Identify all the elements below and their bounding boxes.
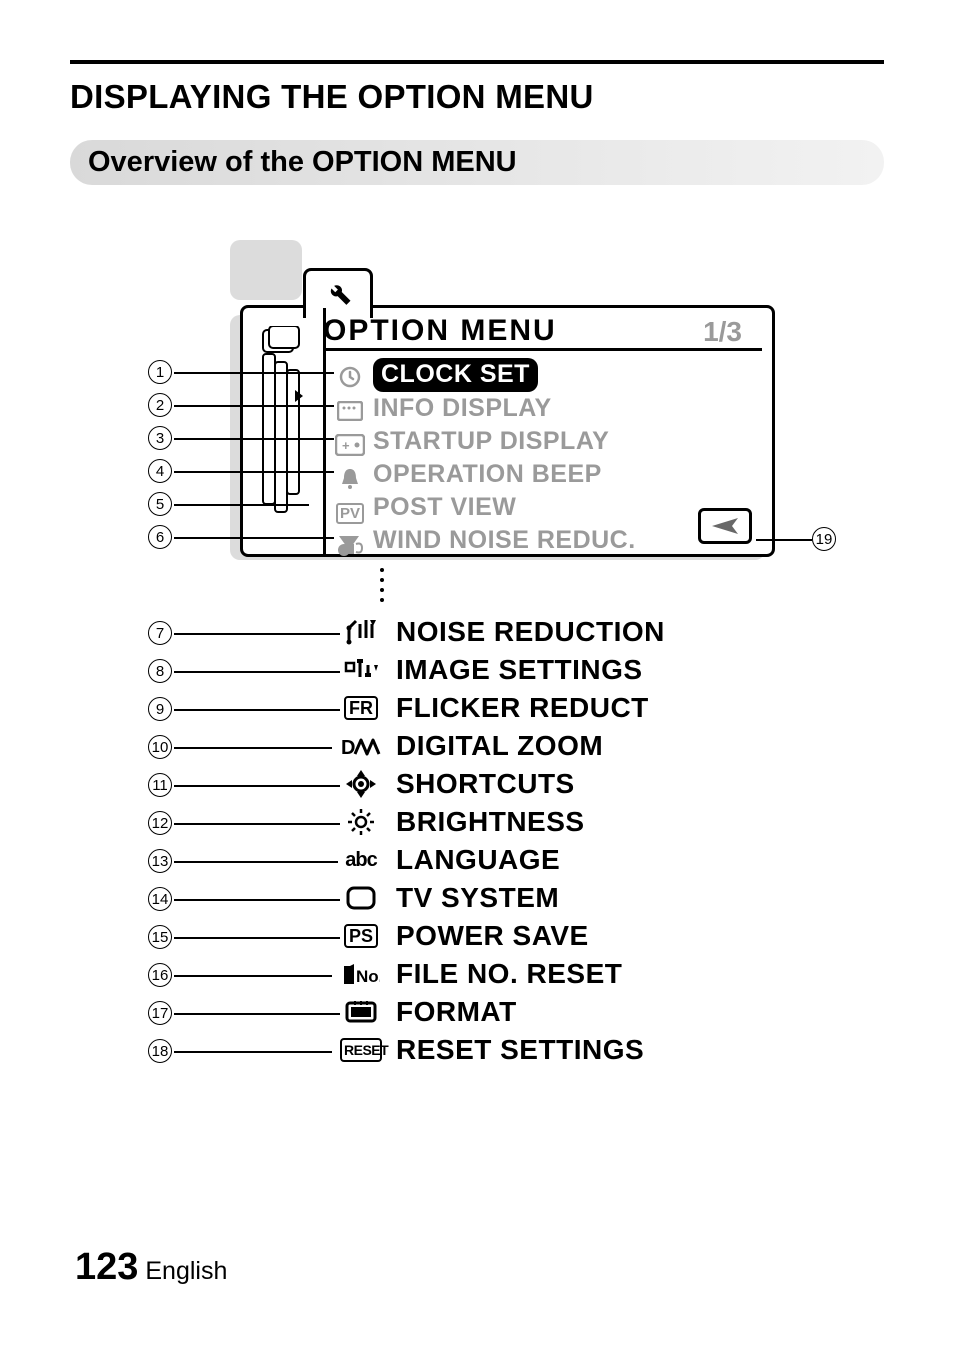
section-subhead-bar: Overview of the OPTION MENU [70,140,884,185]
file-no-reset-icon: No. [340,959,382,989]
brightness-icon [340,807,382,837]
callout-13: 13 [148,849,172,873]
opt-brightness: BRIGHTNESS [396,806,585,838]
opt-power-save: POWER SAVE [396,920,589,952]
page-indicator: 1/3 [703,316,742,348]
enter-button[interactable] [698,508,752,544]
section-subhead: Overview of the OPTION MENU [88,146,866,179]
callout-14: 14 [148,887,172,911]
opt-image-settings: IMAGE SETTINGS [396,654,643,686]
title-underline [323,348,762,351]
startup-display-icon: + [333,428,367,462]
opt-file-no-reset: FILE NO. RESET [396,958,622,990]
opt-tv-system: TV SYSTEM [396,882,559,914]
enter-icon [710,516,740,536]
callout-6: 6 [148,525,172,549]
operation-beep-icon [333,462,367,496]
settings-tab [303,268,373,318]
menu-item-operation-beep[interactable]: OPERATION BEEP [373,458,636,491]
top-rule [70,60,884,64]
page-language: English [145,1257,227,1285]
shortcuts-icon [340,769,382,799]
menu-items: CLOCK SET INFO DISPLAY STARTUP DISPLAY O… [373,358,636,557]
wrench-icon [323,277,353,312]
screen-divider [323,308,326,554]
menu-title: OPTION MENU [323,314,557,347]
callout-5: 5 [148,492,172,516]
callout-2: 2 [148,393,172,417]
svg-text:D: D [341,737,355,758]
callout-16: 16 [148,963,172,987]
opt-noise-reduction: NOISE REDUCTION [396,616,665,648]
opt-flicker-reduct: FLICKER REDUCT [396,692,649,724]
menu-item-wind-noise[interactable]: WIND NOISE REDUC. [373,524,636,557]
callout-19: 19 [812,527,836,551]
callout-3: 3 [148,426,172,450]
tab-shadow [230,240,302,300]
callout-17: 17 [148,1001,172,1025]
svg-text:+: + [342,438,350,453]
digital-zoom-icon: D [340,731,382,761]
image-settings-icon [340,655,382,685]
extended-menu-list: NOISE REDUCTION IMAGE SETTINGS FR FLICKE… [340,613,665,1069]
callout-1: 1 [148,360,172,384]
ps-icon: PS [340,921,382,951]
opt-format: FORMAT [396,996,517,1028]
menu-item-info-display[interactable]: INFO DISPLAY [373,392,636,425]
callout-4: 4 [148,459,172,483]
opt-shortcuts: SHORTCUTS [396,768,575,800]
callout-18: 18 [148,1039,172,1063]
scroll-down-icon [339,536,359,550]
callout-8: 8 [148,659,172,683]
menu-item-startup-display[interactable]: STARTUP DISPLAY [373,425,636,458]
page-footer: 123 English [75,1246,227,1289]
callout-10: 10 [148,735,172,759]
menu-item-post-view[interactable]: POST VIEW [373,491,636,524]
reset-icon: RESET [340,1035,382,1065]
callout-11: 11 [148,773,172,797]
menu-item-icons: + PV [333,360,367,564]
screen-frame: OPTION MENU 1/3 [240,305,775,557]
opt-digital-zoom: DIGITAL ZOOM [396,730,603,762]
page-title: DISPLAYING THE OPTION MENU [70,78,884,116]
format-icon [340,997,382,1027]
menu-item-clock-set[interactable]: CLOCK SET [373,358,538,392]
noise-reduction-icon [340,617,382,647]
tv-system-icon [340,883,382,913]
page-number: 123 [75,1246,138,1288]
callout-12: 12 [148,811,172,835]
continuation-dots [380,568,384,612]
opt-reset-settings: RESET SETTINGS [396,1034,644,1066]
fr-icon: FR [340,693,382,723]
mode-tabs-icon [259,326,307,531]
opt-language: LANGUAGE [396,844,560,876]
camera-screen: OPTION MENU 1/3 [230,265,765,560]
svg-text:No.: No. [356,967,380,986]
clock-icon [333,360,367,394]
callout-9: 9 [148,697,172,721]
callout-15: 15 [148,925,172,949]
info-display-icon [333,394,367,428]
callout-7: 7 [148,621,172,645]
language-icon: abc [340,845,382,875]
diagram-area: OPTION MENU 1/3 [70,225,884,265]
pv-icon: PV [333,496,367,530]
